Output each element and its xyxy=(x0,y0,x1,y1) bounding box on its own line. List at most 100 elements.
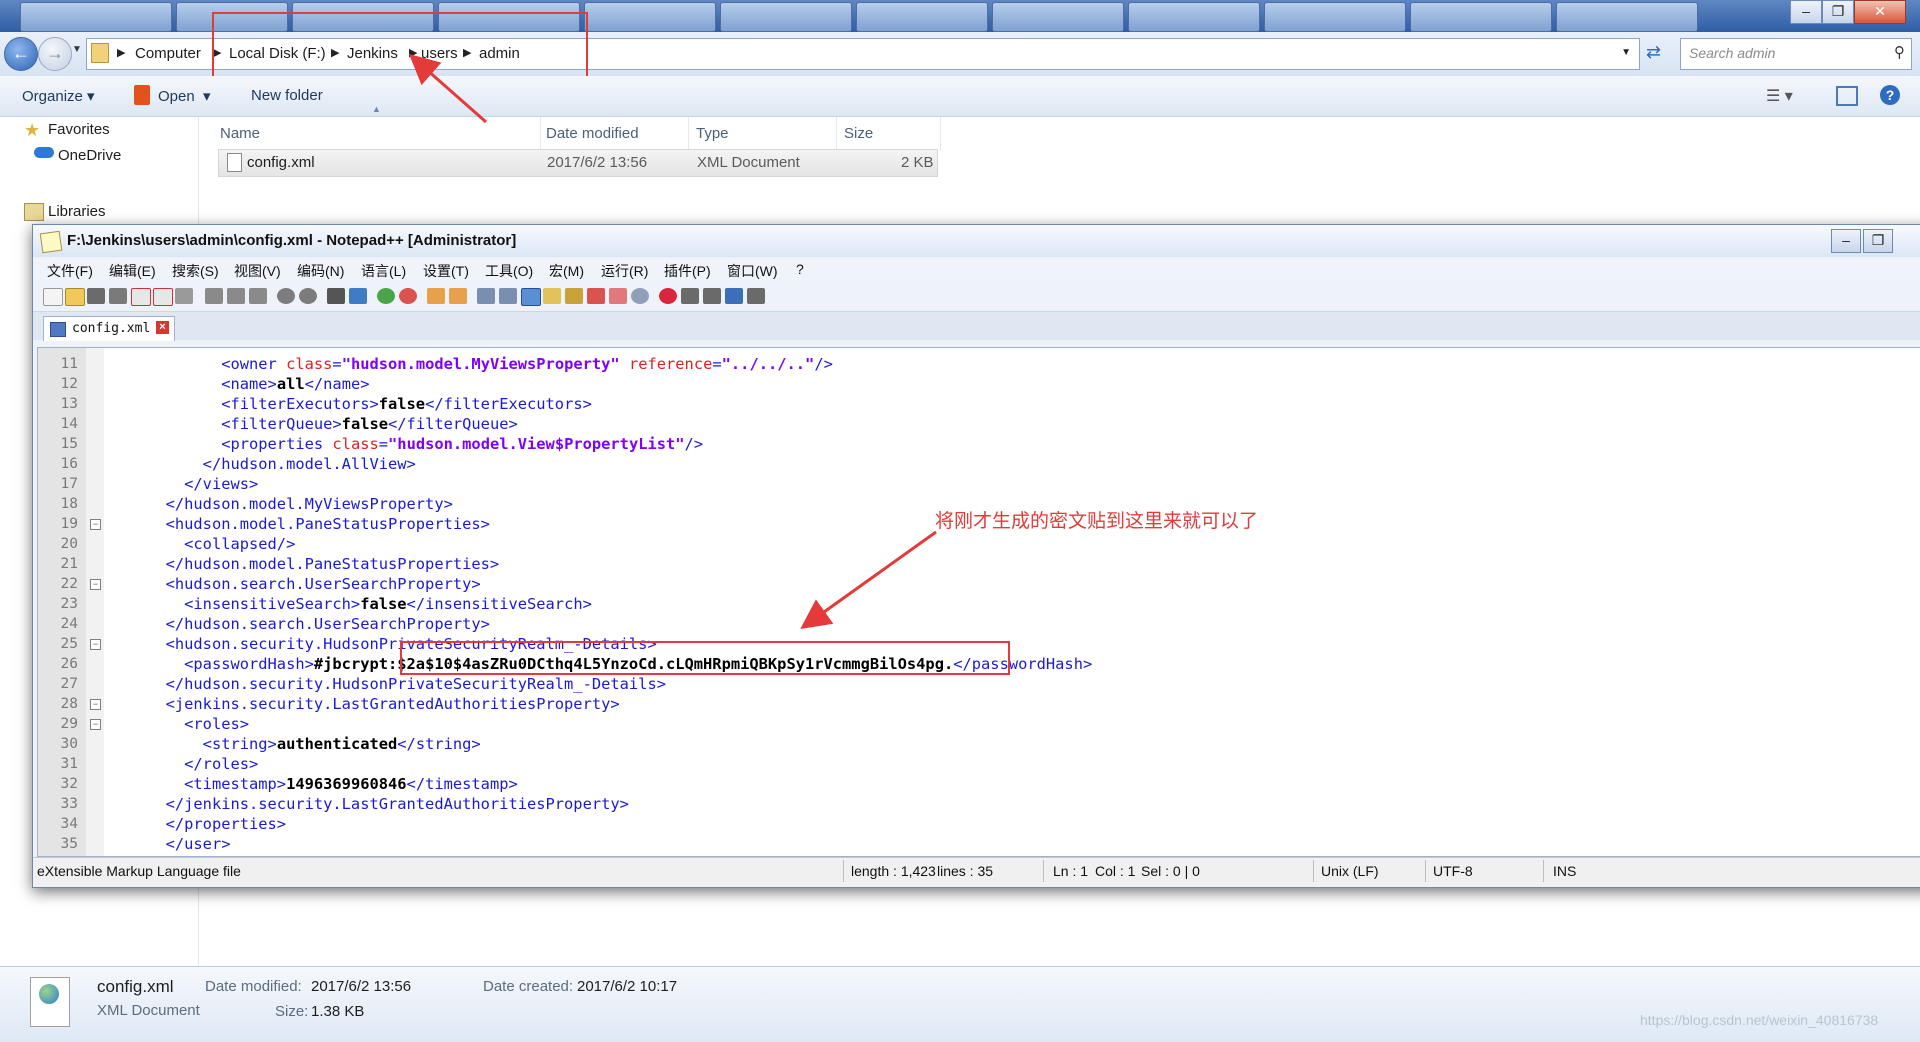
preview-pane-icon[interactable] xyxy=(1836,86,1858,106)
fold-toggle-icon[interactable]: − xyxy=(90,639,101,650)
open-button[interactable]: Open ▾ xyxy=(158,87,211,105)
taskbar-window-11[interactable] xyxy=(1410,2,1552,32)
function-list-icon[interactable] xyxy=(587,288,605,304)
code-token: <filterExecutors> xyxy=(221,395,379,413)
monitoring-icon[interactable] xyxy=(631,288,649,304)
redo-icon[interactable] xyxy=(299,288,317,304)
tab-config-xml[interactable]: config.xml × xyxy=(43,316,175,341)
indent-guide-icon[interactable] xyxy=(521,288,541,306)
open-file-icon[interactable] xyxy=(65,288,85,306)
doc-map-icon[interactable] xyxy=(565,288,583,304)
menu-file[interactable]: 文件(F) xyxy=(47,261,93,281)
help-icon[interactable]: ? xyxy=(1880,85,1900,105)
save-macro-icon[interactable] xyxy=(747,288,765,304)
undo-icon[interactable] xyxy=(277,288,295,304)
code-line: <properties class="hudson.model.View$Pro… xyxy=(110,434,703,454)
menu-window[interactable]: 窗口(W) xyxy=(727,261,778,281)
breadcrumb-computer[interactable]: Computer xyxy=(135,45,201,62)
taskbar-window-9[interactable] xyxy=(1128,2,1260,32)
maximize-button[interactable]: ❐ xyxy=(1822,0,1854,24)
column-header-type[interactable]: Type xyxy=(696,117,837,151)
nav-onedrive[interactable]: OneDrive xyxy=(58,147,121,164)
language-icon[interactable] xyxy=(543,288,561,304)
fold-toggle-icon[interactable]: − xyxy=(90,719,101,730)
play-macro-icon[interactable] xyxy=(703,288,721,304)
zoom-out-icon[interactable] xyxy=(399,288,417,304)
sync-horizontal-icon[interactable] xyxy=(449,288,467,304)
column-header-size[interactable]: Size xyxy=(844,117,941,151)
record-macro-icon[interactable] xyxy=(659,288,677,304)
nav-libraries[interactable]: Libraries xyxy=(48,203,106,220)
paste-icon[interactable] xyxy=(249,288,267,304)
breadcrumb-chevron-icon[interactable]: ▶ xyxy=(117,46,125,59)
taskbar-window-5[interactable] xyxy=(584,2,716,32)
organize-button[interactable]: Organize ▾ xyxy=(22,87,95,105)
print-icon[interactable] xyxy=(175,288,193,304)
fold-toggle-icon[interactable]: − xyxy=(90,519,101,530)
file-row-config[interactable]: config.xml 2017/6/2 13:56 XML Document 2… xyxy=(218,149,938,177)
column-header-name[interactable]: Name xyxy=(218,117,541,151)
taskbar-window-1[interactable] xyxy=(20,2,172,32)
taskbar-window-8[interactable] xyxy=(992,2,1124,32)
cut-icon[interactable] xyxy=(205,288,223,304)
taskbar-window-7[interactable] xyxy=(856,2,988,32)
nav-favorites[interactable]: Favorites xyxy=(48,121,110,138)
column-header-date-modified[interactable]: Date modified xyxy=(546,117,689,151)
taskbar-window-12[interactable] xyxy=(1556,2,1698,32)
new-file-icon[interactable] xyxy=(43,288,63,306)
stop-macro-icon[interactable] xyxy=(681,288,699,304)
menu-view[interactable]: 视图(V) xyxy=(234,261,281,281)
find-icon[interactable] xyxy=(327,288,345,304)
sync-vertical-icon[interactable] xyxy=(427,288,445,304)
menu-help[interactable]: ? xyxy=(796,261,804,277)
refresh-icon[interactable]: ⇄ xyxy=(1646,42,1661,63)
word-wrap-icon[interactable] xyxy=(477,288,495,304)
save-all-icon[interactable] xyxy=(109,288,127,304)
npp-minimize-button[interactable]: – xyxy=(1831,229,1861,253)
menu-language[interactable]: 语言(L) xyxy=(361,261,406,281)
menu-edit[interactable]: 编辑(E) xyxy=(109,261,156,281)
close-file-icon[interactable] xyxy=(131,288,151,306)
run-macro-multiple-icon[interactable] xyxy=(725,288,743,304)
view-options-icon[interactable]: ☰ ▾ xyxy=(1766,86,1793,106)
show-all-chars-icon[interactable] xyxy=(499,288,517,304)
taskbar-window-10[interactable] xyxy=(1264,2,1406,32)
back-button[interactable]: ← xyxy=(4,37,38,71)
close-all-icon[interactable] xyxy=(153,288,173,306)
line-number: 23 xyxy=(60,596,78,612)
minimize-button[interactable]: – xyxy=(1790,0,1822,24)
tab-close-icon[interactable]: × xyxy=(156,321,169,334)
replace-icon[interactable] xyxy=(349,288,367,304)
recent-pages-chevron-icon[interactable]: ▼ xyxy=(72,44,82,55)
search-icon[interactable]: ⚲ xyxy=(1894,43,1905,61)
search-input[interactable]: Search admin ⚲ xyxy=(1680,38,1912,70)
menu-plugins[interactable]: 插件(P) xyxy=(664,261,711,281)
new-folder-button[interactable]: New folder xyxy=(251,87,323,104)
zoom-in-icon[interactable] xyxy=(377,288,395,304)
file-size: 2 KB xyxy=(901,154,934,171)
libraries-icon xyxy=(24,203,44,221)
taskbar-window-6[interactable] xyxy=(720,2,852,32)
npp-maximize-button[interactable]: ❐ xyxy=(1863,229,1893,253)
code-editor[interactable]: 11 <owner class="hudson.model.MyViewsPro… xyxy=(37,347,1920,857)
menu-macro[interactable]: 宏(M) xyxy=(549,261,584,281)
fold-toggle-icon[interactable]: − xyxy=(90,579,101,590)
menu-encoding[interactable]: 编码(N) xyxy=(297,261,344,281)
status-lines: lines : 35 xyxy=(937,863,994,879)
folder-as-workspace-icon[interactable] xyxy=(609,288,627,304)
address-dropdown-icon[interactable]: ▼ xyxy=(1621,47,1631,58)
menu-settings[interactable]: 设置(T) xyxy=(423,261,469,281)
copy-icon[interactable] xyxy=(227,288,245,304)
menu-tools[interactable]: 工具(O) xyxy=(485,261,533,281)
forward-button[interactable]: → xyxy=(38,37,72,71)
close-button[interactable]: ✕ xyxy=(1854,0,1906,24)
code-token: </jenkins.security.LastGrantedAuthoritie… xyxy=(165,795,629,813)
menu-search[interactable]: 搜索(S) xyxy=(172,261,219,281)
fold-toggle-icon[interactable]: − xyxy=(90,699,101,710)
save-icon[interactable] xyxy=(87,288,105,304)
menu-run[interactable]: 运行(R) xyxy=(601,261,648,281)
